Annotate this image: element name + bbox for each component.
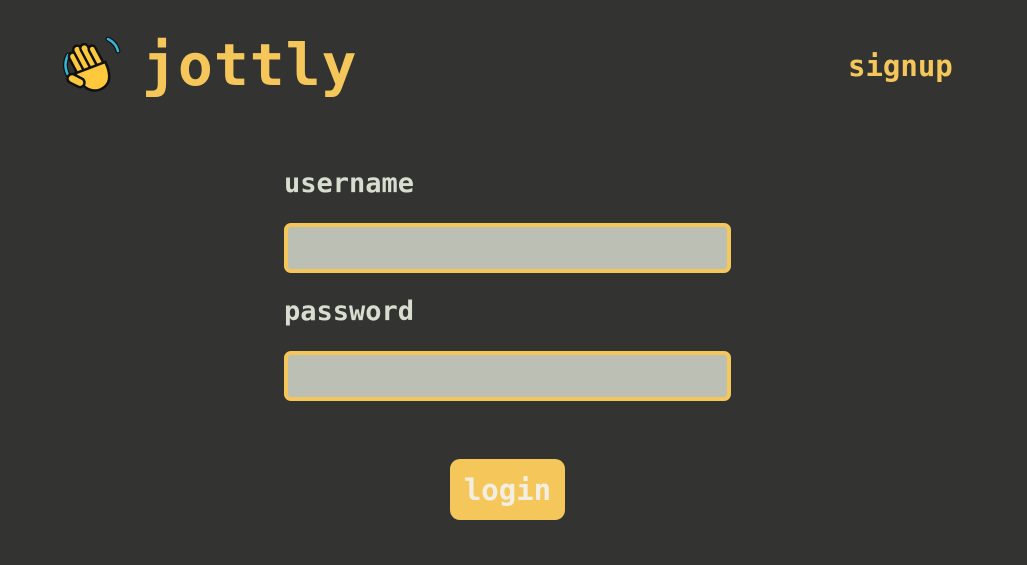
logo-link[interactable]: jottly [60, 30, 358, 100]
header: jottly signup [0, 0, 1027, 130]
username-input[interactable] [284, 223, 731, 273]
password-input[interactable] [284, 351, 731, 401]
login-button[interactable]: login [450, 459, 565, 520]
signup-link[interactable]: signup [848, 48, 953, 84]
brand-name: jottly [142, 31, 358, 99]
password-label: password [284, 296, 415, 327]
username-label: username [284, 168, 415, 199]
login-form: username password [284, 165, 732, 401]
waving-hand-icon [60, 33, 122, 97]
